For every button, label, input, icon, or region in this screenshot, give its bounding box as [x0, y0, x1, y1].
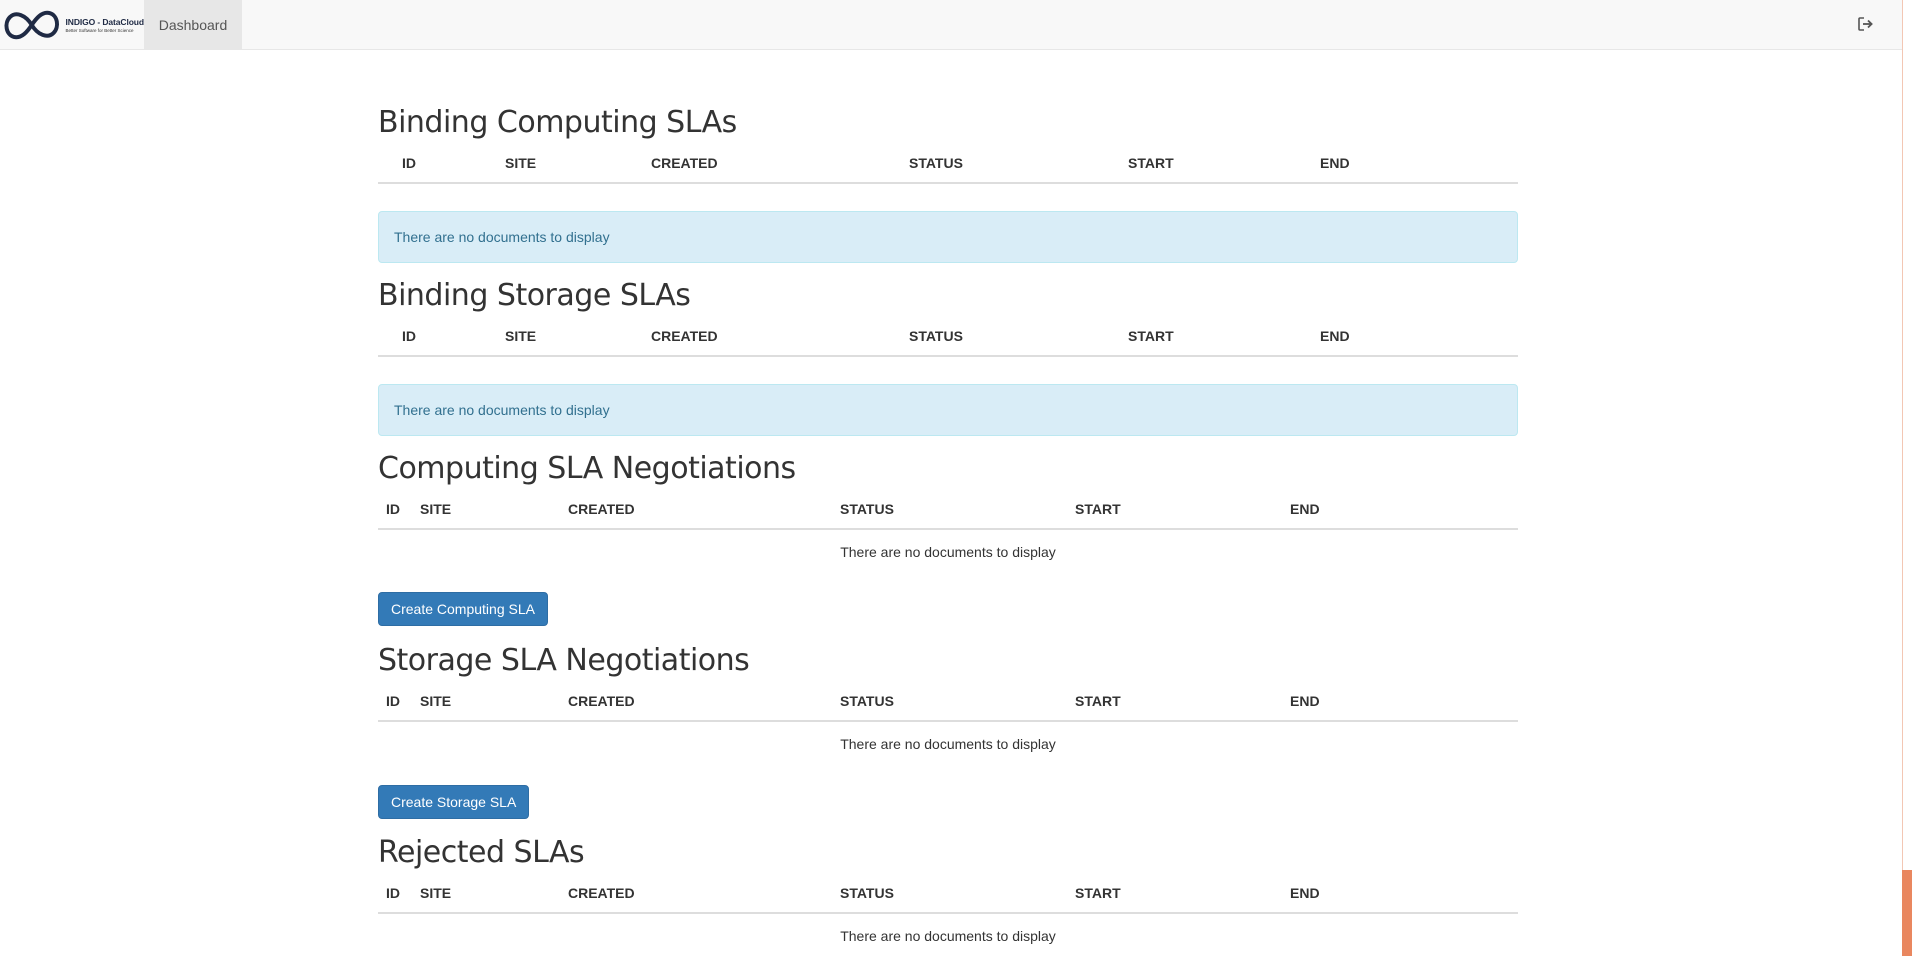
- col-id: ID: [386, 693, 400, 709]
- col-status: STATUS: [840, 885, 894, 901]
- col-start: START: [1075, 501, 1121, 517]
- col-start: START: [1075, 885, 1121, 901]
- infinity-cloud-logo-icon: [4, 10, 60, 40]
- col-start: START: [1128, 155, 1174, 171]
- scrollbar-thumb[interactable]: [1902, 0, 1912, 870]
- col-created: CREATED: [651, 155, 718, 171]
- col-site: SITE: [420, 501, 452, 517]
- table-header: ID SITE CREATED STATUS START END: [378, 317, 1518, 357]
- table-header: ID SITE CREATED STATUS START END: [378, 144, 1518, 184]
- empty-table-message: There are no documents to display: [840, 544, 1056, 560]
- col-site: SITE: [420, 693, 452, 709]
- col-created: CREATED: [568, 501, 635, 517]
- section-binding-storage-slas: Binding Storage SLAs ID SITE CREATED STA…: [378, 278, 1518, 436]
- section-title: Storage SLA Negotiations: [378, 643, 750, 678]
- brand-logo-link[interactable]: INDIGO - DataCloud Better Software for B…: [0, 0, 144, 50]
- section-title: Binding Computing SLAs: [378, 105, 737, 140]
- col-status: STATUS: [909, 328, 963, 344]
- empty-info-alert: There are no documents to display: [378, 384, 1518, 436]
- section-storage-sla-negotiations: Storage SLA Negotiations ID SITE CREATED…: [378, 643, 1518, 819]
- col-end: END: [1290, 501, 1320, 517]
- section-title: Computing SLA Negotiations: [378, 451, 796, 486]
- empty-table-message: There are no documents to display: [840, 928, 1056, 944]
- col-created: CREATED: [568, 693, 635, 709]
- col-end: END: [1320, 155, 1350, 171]
- create-storage-sla-button[interactable]: Create Storage SLA: [378, 785, 530, 819]
- col-end: END: [1320, 328, 1350, 344]
- table-header: ID SITE CREATED STATUS START END: [378, 490, 1518, 530]
- brand-tagline: Better Software for Better Science: [65, 28, 134, 33]
- col-start: START: [1128, 328, 1174, 344]
- create-computing-sla-button[interactable]: Create Computing SLA: [378, 592, 548, 626]
- sign-out-icon: [1858, 17, 1873, 31]
- brand-name: INDIGO - DataCloud: [65, 17, 145, 27]
- col-status: STATUS: [909, 155, 963, 171]
- section-rejected-slas: Rejected SLAs ID SITE CREATED STATUS STA…: [378, 835, 1518, 944]
- section-title: Binding Storage SLAs: [378, 278, 691, 313]
- brand-text: INDIGO - DataCloud Better Software for B…: [65, 17, 145, 33]
- col-created: CREATED: [568, 885, 635, 901]
- col-status: STATUS: [840, 693, 894, 709]
- empty-info-alert: There are no documents to display: [378, 211, 1518, 263]
- col-id: ID: [386, 885, 400, 901]
- col-status: STATUS: [840, 501, 894, 517]
- col-end: END: [1290, 885, 1320, 901]
- section-binding-computing-slas: Binding Computing SLAs ID SITE CREATED S…: [378, 105, 1518, 263]
- col-site: SITE: [505, 328, 537, 344]
- col-start: START: [1075, 693, 1121, 709]
- empty-table-message: There are no documents to display: [840, 736, 1056, 752]
- col-id: ID: [402, 328, 416, 344]
- table-header: ID SITE CREATED STATUS START END: [378, 874, 1518, 914]
- nav-item-dashboard[interactable]: Dashboard: [144, 0, 242, 49]
- col-site: SITE: [420, 885, 452, 901]
- logout-button[interactable]: [1856, 14, 1876, 34]
- col-site: SITE: [505, 155, 537, 171]
- top-navbar: INDIGO - DataCloud Better Software for B…: [0, 0, 1902, 50]
- col-created: CREATED: [651, 328, 718, 344]
- col-id: ID: [402, 155, 416, 171]
- section-computing-sla-negotiations: Computing SLA Negotiations ID SITE CREAT…: [378, 451, 1518, 626]
- table-header: ID SITE CREATED STATUS START END: [378, 682, 1518, 722]
- col-id: ID: [386, 501, 400, 517]
- col-end: END: [1290, 693, 1320, 709]
- section-title: Rejected SLAs: [378, 835, 585, 870]
